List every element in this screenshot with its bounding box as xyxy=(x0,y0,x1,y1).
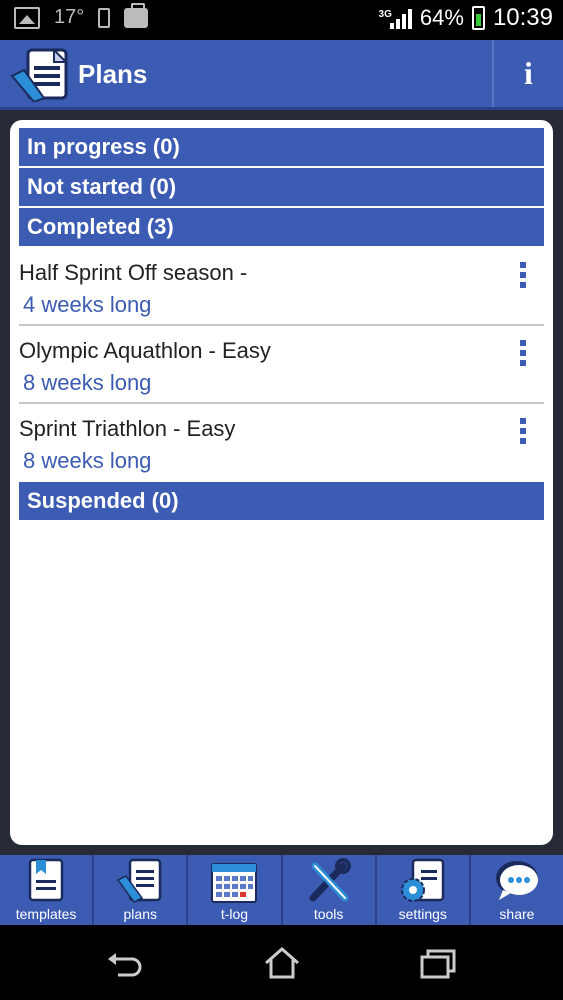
plan-item[interactable]: Sprint Triathlon - Easy 8 weeks long xyxy=(19,404,544,482)
tab-label: settings xyxy=(398,906,447,922)
tab-templates[interactable]: templates xyxy=(0,855,95,925)
plan-item[interactable]: Half Sprint Off season - 4 weeks long xyxy=(19,248,544,326)
section-completed[interactable]: Completed (3) xyxy=(19,208,544,246)
signal-icon xyxy=(389,7,412,29)
plans-list-card: In progress (0) Not started (0) Complete… xyxy=(10,120,553,845)
phone-notification-icon xyxy=(98,7,111,28)
section-suspended[interactable]: Suspended (0) xyxy=(19,482,544,520)
plan-name: Sprint Triathlon - Easy xyxy=(19,416,236,441)
section-not-started[interactable]: Not started (0) xyxy=(19,168,544,206)
templates-icon xyxy=(28,858,64,902)
plans-icon xyxy=(117,858,162,903)
tools-icon xyxy=(309,858,351,902)
overflow-menu-icon[interactable] xyxy=(520,340,534,370)
clock: 10:39 xyxy=(492,4,553,31)
plan-name: Half Sprint Off season - xyxy=(19,260,248,285)
tab-label: templates xyxy=(15,906,77,922)
status-bar: 17° 3G 64% 10:39 xyxy=(0,0,563,40)
plans-logo-icon[interactable] xyxy=(10,48,70,102)
plan-length: 8 weeks long xyxy=(23,448,152,473)
calendar-icon xyxy=(211,863,258,903)
plan-item[interactable]: Olympic Aquathlon - Easy 8 weeks long xyxy=(19,326,544,404)
tab-label: share xyxy=(499,906,535,922)
share-icon xyxy=(495,861,538,900)
tab-label: plans xyxy=(123,906,157,922)
plan-length: 8 weeks long xyxy=(23,370,152,395)
tab-label: t-log xyxy=(220,906,249,922)
tab-settings[interactable]: settings xyxy=(377,855,471,925)
battery-icon xyxy=(471,6,485,30)
tab-label: tools xyxy=(313,906,344,922)
temperature-text: 17° xyxy=(54,6,85,28)
plan-name: Olympic Aquathlon - Easy xyxy=(19,338,271,363)
gallery-notification-icon xyxy=(14,6,40,29)
recent-apps-icon[interactable] xyxy=(418,943,458,983)
system-nav-bar xyxy=(0,925,563,1000)
battery-percent: 64% xyxy=(419,5,464,30)
page-title: Plans xyxy=(78,59,148,89)
overflow-menu-icon[interactable] xyxy=(520,262,534,292)
plan-length: 4 weeks long xyxy=(23,292,152,317)
home-icon[interactable] xyxy=(262,943,302,983)
tab-share[interactable]: share xyxy=(471,855,563,925)
tab-t-log[interactable]: t-log xyxy=(188,855,283,925)
bottom-tab-bar: templates plans t-log tools settings sha… xyxy=(0,855,563,925)
app-bar: Plans i xyxy=(0,40,563,110)
settings-icon xyxy=(400,858,445,902)
overflow-menu-icon[interactable] xyxy=(520,418,534,448)
info-button[interactable]: i xyxy=(494,40,563,107)
back-icon[interactable] xyxy=(104,943,144,983)
section-in-progress[interactable]: In progress (0) xyxy=(19,128,544,166)
tab-tools[interactable]: tools xyxy=(283,855,377,925)
network-type-text: 3G xyxy=(378,9,392,20)
briefcase-notification-icon xyxy=(124,2,149,28)
tab-plans[interactable]: plans xyxy=(94,855,189,925)
